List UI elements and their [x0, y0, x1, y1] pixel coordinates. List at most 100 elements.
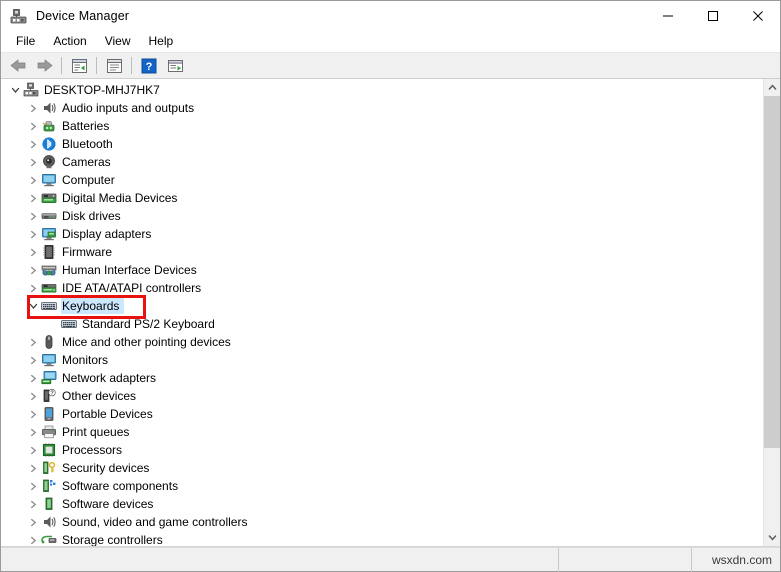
keyboard-icon [41, 298, 57, 314]
forward-arrow-icon[interactable] [31, 54, 57, 78]
other-device-icon: ? [41, 388, 57, 404]
scrollbar-track[interactable] [764, 96, 780, 529]
close-button[interactable] [735, 1, 780, 31]
chevron-up-icon[interactable] [764, 79, 780, 96]
portable-device-icon [41, 406, 57, 422]
tree-item-label: Network adapters [62, 371, 157, 385]
tree-item-computer[interactable]: Computer [1, 171, 763, 189]
device-manager-window: Device Manager File Action View Help ? D… [0, 0, 781, 572]
chevron-right-icon[interactable] [25, 171, 41, 189]
tree-item-label: Monitors [62, 353, 109, 367]
chevron-right-icon[interactable] [25, 189, 41, 207]
chevron-right-icon[interactable] [25, 243, 41, 261]
scrollbar-thumb[interactable] [764, 96, 780, 448]
scan-hardware-icon[interactable] [162, 54, 188, 78]
chevron-right-icon[interactable] [25, 99, 41, 117]
speaker-icon [41, 100, 57, 116]
chevron-right-icon[interactable] [25, 225, 41, 243]
chevron-right-icon[interactable] [25, 117, 41, 135]
chevron-right-icon[interactable] [25, 153, 41, 171]
back-arrow-icon[interactable] [5, 54, 31, 78]
tree-item-digital-media-devices[interactable]: Digital Media Devices [1, 189, 763, 207]
menu-file[interactable]: File [7, 32, 44, 51]
bluetooth-icon [41, 136, 57, 152]
tree-item-portable-devices[interactable]: Portable Devices [1, 405, 763, 423]
chevron-right-icon[interactable] [25, 441, 41, 459]
tree-item-label: Digital Media Devices [62, 191, 178, 205]
tree-item-display-adapters[interactable]: Display adapters [1, 225, 763, 243]
tree-item-label: Firmware [62, 245, 112, 259]
chevron-down-icon[interactable] [25, 297, 41, 315]
tree-item-human-interface-devices[interactable]: Human Interface Devices [1, 261, 763, 279]
title-bar: Device Manager [1, 1, 780, 31]
computer-root-icon [23, 82, 39, 98]
window-controls [645, 1, 780, 31]
watermark-label: wsxdn.com [711, 552, 772, 567]
tree-item-security-devices[interactable]: Security devices [1, 459, 763, 477]
chevron-right-icon[interactable] [25, 207, 41, 225]
chevron-right-icon[interactable] [25, 135, 41, 153]
chevron-right-icon[interactable] [25, 531, 41, 546]
device-manager-icon [10, 8, 27, 25]
mouse-icon [41, 334, 57, 350]
maximize-button[interactable] [690, 1, 735, 31]
chevron-right-icon[interactable] [25, 477, 41, 495]
battery-icon [41, 118, 57, 134]
tree-item-mice-and-other-pointing-devices[interactable]: Mice and other pointing devices [1, 333, 763, 351]
chevron-right-icon[interactable] [25, 495, 41, 513]
chevron-right-icon[interactable] [25, 459, 41, 477]
chevron-right-icon[interactable] [25, 369, 41, 387]
tree-item-ide-ata-atapi-controllers[interactable]: IDE ATA/ATAPI controllers [1, 279, 763, 297]
chevron-right-icon[interactable] [25, 513, 41, 531]
chevron-down-icon[interactable] [7, 81, 23, 99]
tree-item-label: Cameras [62, 155, 111, 169]
tree-item-label: Software devices [62, 497, 154, 511]
tree-item-bluetooth[interactable]: Bluetooth [1, 135, 763, 153]
minimize-button[interactable] [645, 1, 690, 31]
tree-item-audio-inputs-and-outputs[interactable]: Audio inputs and outputs [1, 99, 763, 117]
ide-controller-icon [41, 280, 57, 296]
tree-item-other-devices[interactable]: ? Other devices [1, 387, 763, 405]
tree-item-firmware[interactable]: Firmware [1, 243, 763, 261]
display-adapter-icon [41, 226, 57, 242]
tree-item-label: Keyboards [60, 298, 125, 314]
menu-help[interactable]: Help [140, 32, 183, 51]
tree-item-storage-controllers[interactable]: Storage controllers [1, 531, 763, 546]
tree-item-standard-ps2-keyboard[interactable]: Standard PS/2 Keyboard [1, 315, 763, 333]
chevron-right-icon[interactable] [25, 351, 41, 369]
tree-item-disk-drives[interactable]: Disk drives [1, 207, 763, 225]
chevron-right-icon[interactable] [25, 423, 41, 441]
tree-item-network-adapters[interactable]: Network adapters [1, 369, 763, 387]
network-adapter-icon [41, 370, 57, 386]
tree-item-software-components[interactable]: Software components [1, 477, 763, 495]
chevron-right-icon[interactable] [25, 333, 41, 351]
tree-item-keyboards[interactable]: Keyboards [1, 297, 763, 315]
chevron-right-icon[interactable] [25, 279, 41, 297]
properties-icon[interactable] [101, 54, 127, 78]
tree-item-label: Standard PS/2 Keyboard [82, 317, 215, 331]
camera-icon [41, 154, 57, 170]
vertical-scrollbar[interactable] [763, 79, 780, 546]
console-tree-icon[interactable] [66, 54, 92, 78]
tree-item-processors[interactable]: Processors [1, 441, 763, 459]
chevron-right-icon[interactable] [25, 387, 41, 405]
menu-action[interactable]: Action [44, 32, 95, 51]
chevron-down-icon[interactable] [764, 529, 780, 546]
chevron-right-icon[interactable] [25, 261, 41, 279]
software-device-icon [41, 496, 57, 512]
help-question-icon[interactable]: ? [136, 54, 162, 78]
status-panel-1 [1, 547, 559, 572]
tree-item-label: Print queues [62, 425, 130, 439]
tree-item-batteries[interactable]: Batteries [1, 117, 763, 135]
device-tree[interactable]: DESKTOP-MHJ7HK7 Audio inputs and outputs [1, 79, 763, 546]
tree-item-print-queues[interactable]: Print queues [1, 423, 763, 441]
tree-item-desktop[interactable]: DESKTOP-MHJ7HK7 [1, 81, 763, 99]
tree-item-label: Software components [62, 479, 179, 493]
chevron-right-icon[interactable] [25, 405, 41, 423]
tree-item-sound-video-and-game-controllers[interactable]: Sound, video and game controllers [1, 513, 763, 531]
tree-item-monitors[interactable]: Monitors [1, 351, 763, 369]
tree-item-software-devices[interactable]: Software devices [1, 495, 763, 513]
tree-item-cameras[interactable]: Cameras [1, 153, 763, 171]
menu-view[interactable]: View [96, 32, 140, 51]
security-device-icon [41, 460, 57, 476]
